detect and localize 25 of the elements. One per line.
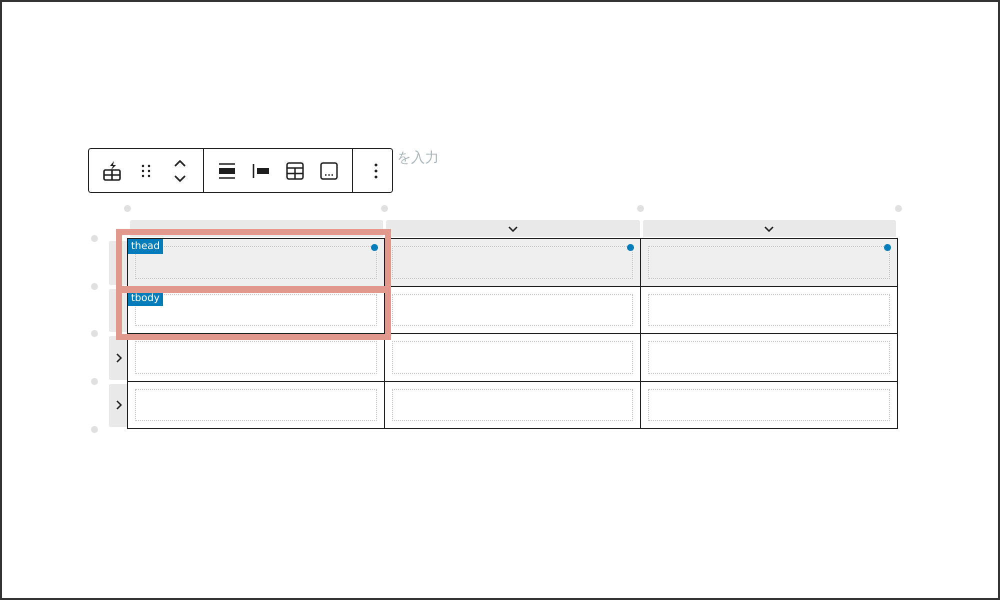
grid-dot (637, 205, 644, 212)
chevron-down-icon (508, 226, 518, 232)
grid-dot (91, 282, 98, 290)
grid-dot (124, 205, 131, 212)
grid-dot (894, 205, 902, 212)
table-cell[interactable] (127, 380, 384, 429)
header-cell[interactable] (640, 238, 898, 286)
grid-dot (91, 378, 98, 384)
column-handle[interactable] (386, 220, 640, 237)
grid-dot (91, 235, 98, 242)
header-cell[interactable]: thead (127, 238, 384, 286)
placeholder-text: を入力 (396, 149, 439, 168)
resize-handle[interactable] (627, 244, 634, 251)
resize-handle[interactable] (370, 244, 378, 251)
resize-handle[interactable] (884, 244, 890, 251)
grid-dot (91, 426, 98, 433)
chevron-right-icon (116, 400, 122, 410)
column-handle[interactable] (642, 220, 896, 237)
section-tag: thead (128, 239, 163, 254)
grid-dot (91, 330, 98, 337)
chevron-down-icon (764, 226, 774, 232)
row-handle[interactable] (109, 384, 128, 427)
chevron-right-icon (116, 352, 122, 363)
table-cell[interactable] (640, 380, 898, 429)
grid-dot (380, 205, 388, 212)
